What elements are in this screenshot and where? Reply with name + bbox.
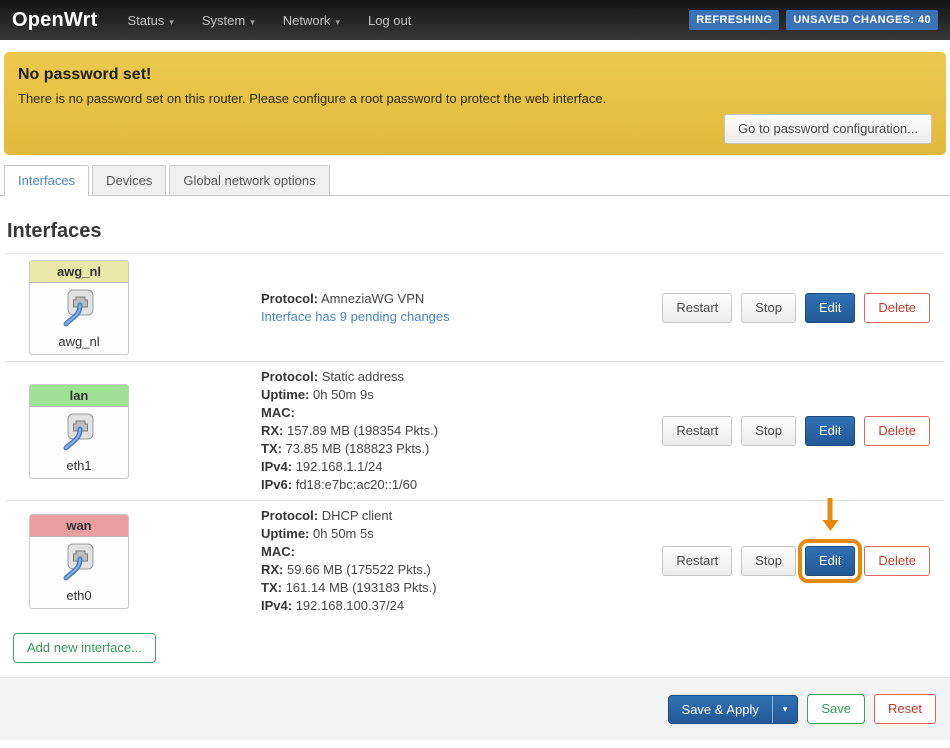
stop-button[interactable]: Stop [741,292,797,323]
top-navbar: OpenWrt Status ▾ System ▾ Network ▾ Log out… [0,0,950,40]
detail-line: TX: 161.14 MB (193183 Pkts.) [261,580,437,595]
pending-changes-link[interactable]: Interface has 9 pending changes [261,308,662,326]
detail-line: TX: 73.85 MB (188823 Pkts.) [261,441,430,456]
menu-status[interactable]: Status ▾ [127,13,173,28]
stop-button[interactable]: Stop [741,546,797,576]
save-apply-button[interactable]: Save & Apply [669,696,772,723]
tab-interfaces[interactable]: Interfaces [4,165,90,196]
detail-line: Protocol: AmneziaWG VPN [261,290,425,306]
edit-button[interactable]: Edit [805,292,856,323]
interface-device-label: awg_nl [58,334,100,349]
detail-line: Protocol: Static address [261,369,405,384]
save-apply-dropdown-toggle[interactable]: ▾ [771,695,798,723]
interface-status-box: wan eth0 [29,513,129,609]
interface-zone-header: wan [30,514,128,537]
page-title: Interfaces [5,220,945,254]
detail-line: MAC: [261,544,295,559]
tab-devices[interactable]: Devices [92,165,167,196]
wan-edit-button[interactable]: Edit [805,546,856,576]
openwrt-logo: OpenWrt [12,8,98,31]
ethernet-port-icon [63,543,94,580]
interface-status-box: lan eth1 [29,383,129,479]
alert-title: No password set! [18,66,152,83]
tab-global-network-options[interactable]: Global network options [169,165,330,196]
chevron-down-icon: ▾ [335,16,340,27]
reset-button[interactable]: Reset [874,694,936,724]
detail-line: RX: 157.89 MB (198354 Pkts.) [261,423,439,438]
footer-action-bar: Save & Apply ▾ Save Reset [0,677,950,740]
ethernet-port-icon [63,289,94,327]
unsaved-changes-badge[interactable]: UNSAVED CHANGES: 40 [786,10,938,30]
annotation-arrow [827,498,833,520]
chevron-down-icon: ▾ [169,16,174,27]
delete-button[interactable]: Delete [864,292,930,323]
delete-button[interactable]: Delete [864,416,930,446]
detail-line: Protocol: DHCP client [261,508,393,523]
restart-button[interactable]: Restart [662,292,733,323]
interface-row-lan: lan eth1 Protocol: Static address Uptime… [5,361,945,500]
interface-zone-header: lan [30,384,128,407]
interface-device-label: eth0 [66,587,92,603]
no-password-alert: No password set! There is no password se… [4,52,946,155]
detail-line: IPv4: 192.168.100.37/24 [261,598,405,613]
save-button[interactable]: Save [807,694,866,724]
interface-row-awg-nl: awg_nl awg_nl Protocol: AmneziaWG VPN In… [5,254,945,361]
interface-device-label: eth1 [66,457,92,473]
detail-line: RX: 59.66 MB (175522 Pkts.) [261,562,431,577]
network-tabs: Interfaces Devices Global network option… [0,165,950,196]
detail-line: Uptime: 0h 50m 9s [261,387,374,402]
edit-button[interactable]: Edit [805,416,856,446]
delete-button[interactable]: Delete [864,546,930,576]
interface-status-box: awg_nl awg_nl [29,260,129,355]
refreshing-badge: REFRESHING [689,10,780,30]
add-new-interface-button[interactable]: Add new interface... [13,633,156,663]
interface-zone-header: awg_nl [30,261,128,283]
save-apply-split-button: Save & Apply ▾ [667,694,799,724]
detail-line: IPv4: 192.168.1.1/24 [261,459,383,474]
go-to-password-config-button[interactable]: Go to password configuration... [724,114,932,144]
interface-row-wan: wan eth0 Protocol: DHCP client Uptime: 0… [5,498,945,621]
detail-line: IPv6: fd18:e7bc:ac20::1/60 [261,477,418,492]
stop-button[interactable]: Stop [741,416,797,446]
detail-line: Uptime: 0h 50m 5s [261,526,374,541]
menu-network[interactable]: Network ▾ [283,13,340,28]
restart-button[interactable]: Restart [662,546,733,576]
alert-message: There is no password set on this router.… [18,91,607,106]
chevron-down-icon: ▾ [250,16,255,27]
ethernet-port-icon [63,413,94,450]
menu-logout[interactable]: Log out [368,13,411,28]
detail-line: MAC: [261,405,295,420]
restart-button[interactable]: Restart [662,416,733,446]
menu-system[interactable]: System ▾ [202,13,255,28]
chevron-down-icon: ▾ [782,703,788,714]
